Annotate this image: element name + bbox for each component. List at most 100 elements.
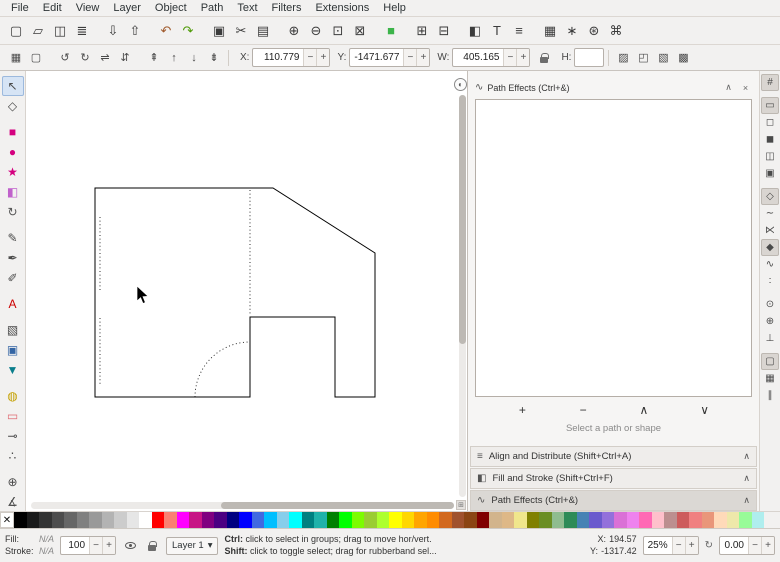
palette-swatch[interactable] [489, 512, 502, 528]
y-increment[interactable]: + [416, 49, 429, 66]
palette-swatch[interactable] [177, 512, 190, 528]
tool-spray[interactable]: ∴ [2, 446, 24, 466]
palette-swatch[interactable] [152, 512, 165, 528]
menu-item[interactable]: File [4, 1, 36, 15]
copy[interactable]: ▣ [208, 20, 230, 42]
palette-swatch[interactable] [552, 512, 565, 528]
text-dialog[interactable]: T [486, 20, 508, 42]
lower-to-bottom[interactable]: ⇟ [204, 48, 224, 68]
tool-eraser[interactable]: ▭ [2, 406, 24, 426]
x-value[interactable]: 110.779 [253, 52, 303, 63]
palette-swatch[interactable] [264, 512, 277, 528]
tool-bezier-pen[interactable]: ✒ [2, 248, 24, 268]
paste[interactable]: ▤ [252, 20, 274, 42]
rotation-decrement[interactable]: − [748, 537, 761, 554]
palette-swatch[interactable] [589, 512, 602, 528]
palette-swatch[interactable] [189, 512, 202, 528]
palette-swatch[interactable] [139, 512, 152, 528]
palette-swatch[interactable] [464, 512, 477, 528]
palette-swatch[interactable] [39, 512, 52, 528]
palette-swatch[interactable] [702, 512, 715, 528]
tool-measure[interactable]: ∡ [2, 492, 24, 512]
flip-vertical[interactable]: ⇵ [115, 48, 135, 68]
menu-item[interactable]: Extensions [308, 1, 376, 15]
tool-paint-bucket[interactable]: ◍ [2, 386, 24, 406]
snap-text-baselines[interactable]: ⊥ [761, 330, 779, 347]
palette-swatch[interactable] [302, 512, 315, 528]
tool-node-editor[interactable]: ◇ [2, 96, 24, 116]
zoom-drawing[interactable]: ⊠ [349, 20, 371, 42]
rotate-cw[interactable]: ↻ [75, 48, 95, 68]
palette-swatch[interactable] [27, 512, 40, 528]
tool-3dbox[interactable]: ◧ [2, 182, 24, 202]
layer-lock-toggle[interactable] [144, 538, 160, 554]
palette-swatch[interactable] [652, 512, 665, 528]
tool-calligraphy[interactable]: ✐ [2, 268, 24, 288]
align-dialog[interactable]: ≡ [508, 20, 530, 42]
x-decrement[interactable]: − [303, 49, 316, 66]
width-value[interactable]: 405.165 [453, 52, 503, 63]
palette-swatch[interactable] [539, 512, 552, 528]
palette-swatch[interactable] [714, 512, 727, 528]
guide-dotted-arc[interactable] [195, 342, 250, 397]
snap-bbox-edge-midpoints[interactable]: ◫ [761, 148, 779, 165]
preferences[interactable]: ⌘ [605, 20, 627, 42]
snap-cusp-nodes[interactable]: ◆ [761, 239, 779, 256]
menu-item[interactable]: Layer [106, 1, 148, 15]
menu-item[interactable]: Text [230, 1, 264, 15]
horizontal-scrollbar-thumb[interactable] [221, 502, 454, 509]
palette-swatch[interactable] [664, 512, 677, 528]
group[interactable]: ⊞ [411, 20, 433, 42]
palette-swatch[interactable] [527, 512, 540, 528]
menu-item[interactable]: Object [148, 1, 194, 15]
palette-swatch[interactable] [389, 512, 402, 528]
vertical-scrollbar-thumb[interactable] [459, 95, 466, 344]
palette-swatch[interactable] [214, 512, 227, 528]
document-open[interactable]: ▱ [27, 20, 49, 42]
palette-swatch[interactable] [327, 512, 340, 528]
palette-swatch[interactable] [277, 512, 290, 528]
palette-swatch[interactable] [414, 512, 427, 528]
snap-paths[interactable]: ∼ [761, 205, 779, 222]
panel-close-button[interactable]: × [739, 81, 752, 94]
flip-horizontal[interactable]: ⇌ [95, 48, 115, 68]
zoom-page[interactable]: ⊡ [327, 20, 349, 42]
palette-swatch[interactable] [439, 512, 452, 528]
palette-swatch[interactable] [352, 512, 365, 528]
palette-swatch[interactable] [377, 512, 390, 528]
redo[interactable]: ↷ [177, 20, 199, 42]
palette-swatch[interactable] [739, 512, 752, 528]
snap-bbox-edges[interactable]: ◻ [761, 114, 779, 131]
xml-editor[interactable]: ▦ [539, 20, 561, 42]
fill-stroke-indicator[interactable]: Fill:N/A Stroke:N/A [5, 534, 54, 557]
rotation-lock-button[interactable]: ◐ [454, 78, 467, 91]
panel-path-effects[interactable]: ∿ Path Effects (Ctrl+&) ∧ [470, 490, 757, 511]
palette-swatch[interactable] [64, 512, 77, 528]
width-increment[interactable]: + [516, 49, 529, 66]
snap-bbox[interactable]: ▭ [761, 97, 779, 114]
snap-rotation-centers[interactable]: ⊕ [761, 313, 779, 330]
y-decrement[interactable]: − [403, 49, 416, 66]
panel-minimize-button[interactable]: ∧ [722, 81, 735, 94]
palette-swatch[interactable] [677, 512, 690, 528]
height-field[interactable] [574, 48, 604, 67]
palette-swatch[interactable] [514, 512, 527, 528]
transform-gradient[interactable]: ▧ [653, 48, 673, 68]
transform-pattern[interactable]: ▩ [673, 48, 693, 68]
export[interactable]: ⇧ [124, 20, 146, 42]
lower[interactable]: ↓ [184, 48, 204, 68]
menu-item[interactable]: View [69, 1, 107, 15]
palette-swatch[interactable] [689, 512, 702, 528]
snap-midpoints[interactable]: ∶ [761, 273, 779, 290]
tool-zoom[interactable]: ⊕ [2, 472, 24, 492]
document-properties[interactable]: ⊛ [583, 20, 605, 42]
palette-swatch[interactable] [639, 512, 652, 528]
menu-item[interactable]: Filters [265, 1, 309, 15]
panel-align-distribute[interactable]: ≡ Align and Distribute (Shift+Ctrl+A) ∧ [470, 446, 757, 467]
snap-guides[interactable]: ∥ [761, 387, 779, 404]
palette-swatch[interactable] [239, 512, 252, 528]
tool-star[interactable]: ★ [2, 162, 24, 182]
palette-swatch[interactable] [602, 512, 615, 528]
palette-swatch[interactable] [164, 512, 177, 528]
snap-bbox-centers[interactable]: ▣ [761, 165, 779, 182]
